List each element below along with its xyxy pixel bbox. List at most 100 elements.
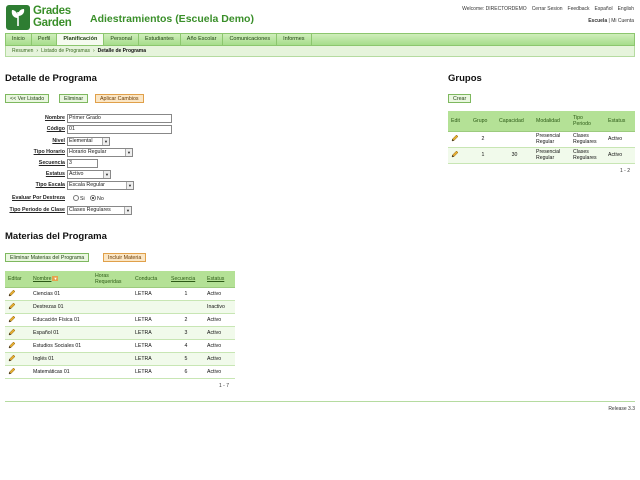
breadcrumb-listado[interactable]: Listado de Programas: [41, 48, 90, 54]
lang-en-link[interactable]: English: [618, 6, 634, 12]
chevron-down-icon: ▼: [124, 207, 131, 214]
edit-cell[interactable]: [5, 300, 30, 314]
estatus-select[interactable]: Activo ▼: [67, 170, 111, 179]
field-tipo-horario: Tipo Horario Horario Regular ▼: [4, 148, 224, 157]
nav-estudiantes[interactable]: Estudiantes: [139, 34, 181, 45]
my-account-link[interactable]: Mi Cuenta: [611, 18, 634, 24]
grades-garden-logo[interactable]: Grades Garden: [6, 5, 84, 32]
evaluar-no-radio[interactable]: No: [90, 195, 104, 202]
edit-cell[interactable]: [448, 131, 470, 148]
table-row: Español 01 LETRA 3 Activo: [5, 326, 235, 340]
estatus-cell: Activo: [204, 287, 235, 301]
tipo-horario-label: Tipo Horario: [33, 149, 65, 155]
col-estatus: Estatus: [605, 111, 635, 132]
evaluar-no-label: No: [97, 196, 104, 202]
page-title: Detalle de Programa: [5, 73, 97, 84]
pencil-edit-icon[interactable]: [451, 134, 459, 144]
edit-cell[interactable]: [5, 313, 30, 327]
nivel-select[interactable]: Elemental ▼: [67, 137, 110, 146]
nav-inicio[interactable]: Inicio: [6, 34, 32, 45]
edit-cell[interactable]: [5, 326, 30, 340]
main-nav: Inicio Perfil Planificación Personal Est…: [5, 33, 635, 46]
field-estatus: Estatus Activo ▼: [4, 170, 224, 179]
field-nombre: Nombre Primer Grado: [4, 114, 224, 123]
radio-icon: [73, 195, 79, 201]
remove-subjects-button[interactable]: Eliminar Materias del Programa: [5, 253, 90, 262]
estatus-cell: Inactivo: [204, 300, 235, 314]
breadcrumb-current: Detalle de Programa: [97, 48, 147, 54]
nav-informes[interactable]: Informes: [277, 34, 312, 45]
nav-personal[interactable]: Personal: [104, 34, 140, 45]
pencil-edit-icon[interactable]: [8, 354, 16, 364]
evaluar-label: Evaluar Por Destreza: [12, 195, 65, 201]
edit-cell[interactable]: [448, 147, 470, 164]
pencil-edit-icon[interactable]: [8, 302, 16, 312]
horas-cell: [92, 352, 132, 366]
materias-title: Materias del Programa: [5, 231, 107, 242]
edit-cell[interactable]: [5, 352, 30, 366]
apply-changes-button[interactable]: Aplicar Cambios: [95, 94, 144, 103]
col-nombre[interactable]: Nombre ▼: [30, 271, 92, 288]
school-link[interactable]: Escuela: [588, 18, 607, 24]
edit-cell[interactable]: [5, 365, 30, 379]
nombre-cell: Inglés 01: [30, 352, 92, 366]
estatus-label: Estatus: [45, 171, 65, 177]
feedback-link[interactable]: Feedback: [568, 6, 590, 12]
tipo-horario-value: Horario Regular: [69, 149, 107, 155]
codigo-input[interactable]: 01: [67, 125, 172, 134]
nav-ano-escolar[interactable]: Año Escolar: [181, 34, 224, 45]
periodo-cell: Clases Regulares: [570, 147, 605, 164]
table-row: Inglés 01 LETRA 5 Activo: [5, 352, 235, 366]
back-to-list-button[interactable]: << Ver Listado: [5, 94, 50, 103]
delete-button[interactable]: Eliminar: [59, 94, 89, 103]
materias-pager: 1 - 7: [219, 383, 230, 389]
table-row: Matemáticas 01 LETRA 6 Activo: [5, 365, 235, 379]
tipo-horario-select[interactable]: Horario Regular ▼: [67, 148, 133, 157]
nav-planificacion[interactable]: Planificación: [57, 34, 105, 45]
leaf-icon: [6, 5, 30, 30]
include-subject-button[interactable]: Incluir Materia: [103, 253, 147, 262]
estatus-cell: Activo: [204, 339, 235, 353]
secuencia-input[interactable]: 3: [67, 159, 98, 168]
table-header-row: Edit Grupo Capacidad Modalidad Tipo Peri…: [448, 111, 635, 132]
evaluar-yes-label: Si: [80, 196, 85, 202]
conducta-cell: LETRA: [132, 313, 168, 327]
nav-comunicaciones[interactable]: Comunicaciones: [223, 34, 278, 45]
table-header-row: Editar Nombre ▼ Horas Requeridas Conducta…: [5, 271, 235, 288]
field-evaluar: Evaluar Por Destreza Si No: [4, 194, 224, 203]
create-group-button[interactable]: Crear: [448, 94, 472, 103]
tipo-periodo-select[interactable]: Clases Regulares ▼: [67, 206, 132, 215]
pencil-edit-icon[interactable]: [451, 150, 459, 160]
edit-cell[interactable]: [5, 287, 30, 301]
tipo-escala-label: Tipo Escala: [35, 182, 65, 188]
pencil-edit-icon[interactable]: [8, 341, 16, 351]
nav-perfil[interactable]: Perfil: [32, 34, 58, 45]
estatus-cell: Activo: [605, 131, 635, 148]
pencil-edit-icon[interactable]: [8, 367, 16, 377]
capacidad-cell: 30: [496, 147, 533, 164]
col-estatus[interactable]: Estatus: [204, 271, 235, 288]
pencil-edit-icon[interactable]: [8, 328, 16, 338]
secuencia-cell: 5: [168, 352, 204, 366]
horas-cell: [92, 365, 132, 379]
tipo-escala-select[interactable]: Escala Regular ▼: [67, 181, 134, 190]
pencil-edit-icon[interactable]: [8, 315, 16, 325]
col-grupo: Grupo: [470, 111, 496, 132]
nombre-input[interactable]: Primer Grado: [67, 114, 172, 123]
horas-cell: [92, 339, 132, 353]
evaluar-yes-radio[interactable]: Si: [73, 195, 85, 202]
chevron-down-icon: ▼: [102, 138, 109, 145]
estatus-cell: Activo: [605, 147, 635, 164]
col-editar: Editar: [5, 271, 30, 288]
breadcrumb-resumen[interactable]: Resumen: [12, 48, 33, 54]
col-secuencia[interactable]: Secuencia: [168, 271, 204, 288]
pencil-edit-icon[interactable]: [8, 289, 16, 299]
estatus-cell: Activo: [204, 365, 235, 379]
lang-es-link[interactable]: Español: [595, 6, 613, 12]
logout-link[interactable]: Cerrar Sesion: [532, 6, 563, 12]
tipo-periodo-label: Tipo Periodo de Clase: [9, 207, 65, 213]
nivel-label: Nivel: [52, 138, 65, 144]
welcome-text: Welcome: DIRECTORDEMO: [462, 6, 527, 12]
edit-cell[interactable]: [5, 339, 30, 353]
footer-divider: [5, 401, 635, 402]
